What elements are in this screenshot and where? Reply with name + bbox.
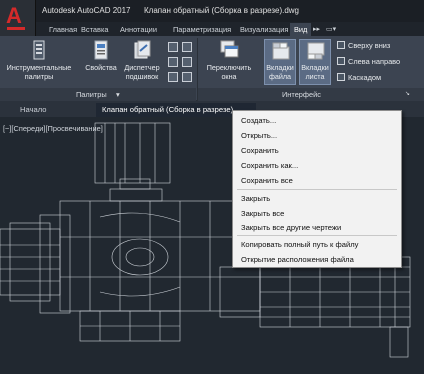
menu-separator [237, 189, 397, 190]
app-title: Autodesk AutoCAD 2017 [42, 6, 131, 15]
properties-button[interactable]: Свойства [82, 40, 120, 84]
palette-small-icon-4[interactable] [182, 57, 192, 67]
tile-horizontally-icon [337, 41, 345, 49]
file-tabs-label-2: файла [268, 72, 292, 81]
document-title: Клапан обратный (Сборка в разрезе).dwg [144, 6, 300, 15]
tool-palettes-icon [33, 40, 45, 60]
menu-item-save[interactable]: Сохранить [233, 145, 401, 157]
tool-palettes-button[interactable]: Инструментальные палитры [2, 40, 76, 84]
ribbon-tab-bar: Главная Вставка Аннотации Параметризация… [36, 22, 424, 36]
tile-vertically-icon [337, 57, 345, 65]
title-bar: Autodesk AutoCAD 2017 Клапан обратный (С… [0, 0, 424, 22]
palette-small-icon-3[interactable] [168, 57, 178, 67]
switch-windows-icon [220, 40, 239, 58]
layout-tabs-label-2: листа [305, 72, 325, 81]
tab-annotate[interactable]: Аннотации [118, 23, 159, 36]
menu-item-save-all[interactable]: Сохранить все [233, 175, 401, 187]
more-tabs-icon[interactable]: ▸▸ [313, 23, 320, 36]
file-tabs-button[interactable]: Вкладки файла [264, 39, 296, 85]
sheet-set-manager-label-2: подшивок [125, 72, 159, 81]
cascade-icon [337, 73, 345, 81]
palette-small-icon-5[interactable] [168, 72, 178, 82]
layout-tabs-icon [307, 42, 325, 60]
switch-windows-button[interactable]: Переключить окна [200, 40, 258, 84]
file-tabs-icon [272, 42, 290, 60]
menu-item-copy-full-path[interactable]: Копировать полный путь к файлу [233, 239, 401, 251]
tab-insert[interactable]: Вставка [79, 23, 110, 36]
menu-item-open-file-location[interactable]: Открытие расположения файла [233, 254, 401, 266]
autocad-logo-icon: A [6, 3, 22, 28]
tool-palettes-label-2: палитры [24, 72, 54, 81]
viewport-controls-label[interactable]: [−][Спереди][Просвечивание] [3, 124, 103, 133]
layout-tabs-button[interactable]: Вкладки листа [299, 39, 331, 85]
menu-item-open[interactable]: Открыть... [233, 130, 401, 142]
tile-vertically-command[interactable]: Слева направо [337, 57, 400, 66]
application-menu-button[interactable]: A [0, 0, 36, 40]
cascade-command[interactable]: Каскадом [337, 73, 381, 82]
menu-item-new[interactable]: Создать... [233, 115, 401, 127]
doc-tab-start[interactable]: Начало [14, 103, 52, 117]
tab-view[interactable]: Вид [290, 23, 312, 36]
palettes-panel-dropdown-icon[interactable]: ▾ [116, 89, 120, 100]
palette-small-icon-2[interactable] [182, 42, 192, 52]
interface-panel-title: Интерфейс [282, 90, 321, 99]
workspace-toggle-icon[interactable]: ▭▾ [326, 23, 336, 36]
menu-item-close-all[interactable]: Закрыть все [233, 208, 401, 220]
palettes-panel-title[interactable]: Палитры [76, 89, 107, 100]
sheet-set-manager-button[interactable]: Диспетчер подшивок [120, 40, 164, 84]
file-tab-context-menu: Создать... Открыть... Сохранить Сохранит… [232, 110, 402, 268]
properties-icon [94, 40, 108, 60]
cascade-label: Каскадом [348, 73, 382, 82]
logo-underline [7, 27, 25, 30]
menu-separator [237, 235, 397, 236]
switch-windows-label-2: окна [221, 72, 237, 81]
palette-small-icon-1[interactable] [168, 42, 178, 52]
tile-vertically-label: Слева направо [348, 57, 401, 66]
menu-item-close-all-others[interactable]: Закрыть все другие чертежи [233, 222, 401, 234]
tab-home[interactable]: Главная [47, 23, 79, 36]
panel-launcher-icon[interactable]: ↘ [405, 89, 410, 100]
menu-item-save-as[interactable]: Сохранить как... [233, 160, 401, 172]
tab-parametric[interactable]: Параметризация [171, 23, 233, 36]
autocad-window: Autodesk AutoCAD 2017 Клапан обратный (С… [0, 0, 424, 374]
tile-horizontally-command[interactable]: Сверху вниз [337, 41, 390, 50]
menu-item-close[interactable]: Закрыть [233, 193, 401, 205]
tile-horizontally-label: Сверху вниз [348, 41, 391, 50]
properties-label: Свойства [85, 63, 117, 72]
tab-visualize[interactable]: Визуализация [238, 23, 290, 36]
palette-small-icon-6[interactable] [182, 72, 192, 82]
sheet-set-manager-icon [134, 40, 151, 59]
